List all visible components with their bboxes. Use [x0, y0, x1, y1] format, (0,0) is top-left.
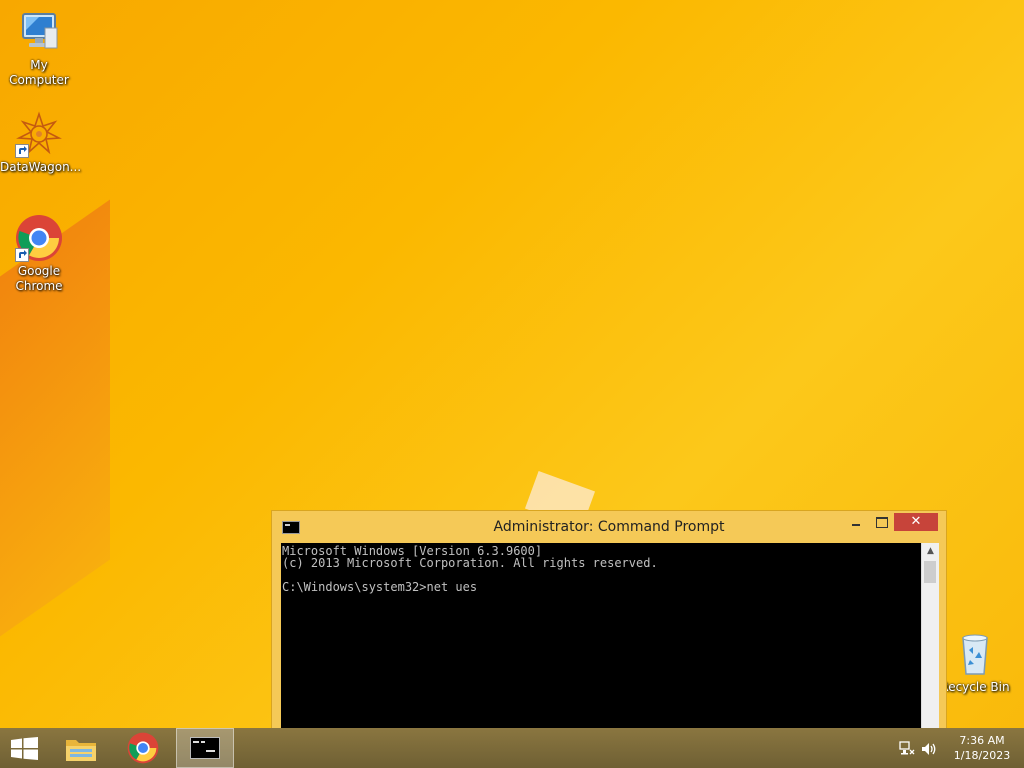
desktop-icon-recycle-bin[interactable]: Recycle Bin [936, 630, 1014, 695]
scroll-thumb[interactable] [924, 561, 936, 583]
chrome-icon [15, 214, 63, 262]
desktop: My Computer DataWagon... Google Chrome R… [0, 0, 1024, 768]
clock-date: 1/18/2023 [953, 749, 1011, 762]
desktop-icon-label: Recycle Bin [940, 680, 1010, 694]
datawagon-icon [15, 110, 63, 158]
recycle-bin-icon [951, 630, 999, 678]
system-tray [896, 728, 946, 768]
start-button[interactable] [0, 728, 48, 768]
desktop-icon-google-chrome[interactable]: Google Chrome [0, 214, 78, 294]
console-line: (c) 2013 Microsoft Corporation. All righ… [282, 556, 658, 570]
window-titlebar[interactable]: Administrator: Command Prompt ✕ [272, 511, 946, 543]
desktop-icon-label: DataWagon... [0, 160, 82, 174]
scroll-up-icon[interactable]: ▲ [922, 543, 939, 560]
folder-icon [66, 740, 96, 761]
chrome-icon [127, 732, 159, 764]
close-icon: ✕ [910, 514, 922, 529]
cmd-icon [190, 737, 220, 759]
computer-icon [15, 8, 63, 56]
desktop-icon-my-computer[interactable]: My Computer [0, 8, 78, 88]
maximize-button[interactable] [872, 513, 892, 531]
shortcut-arrow-icon [15, 144, 29, 158]
window-title: Administrator: Command Prompt [493, 519, 725, 535]
volume-icon[interactable] [921, 741, 937, 757]
network-icon[interactable] [899, 741, 915, 757]
desktop-icon-datawagon[interactable]: DataWagon... [0, 110, 82, 175]
minimize-button[interactable] [847, 513, 865, 531]
desktop-icon-label: Google Chrome [15, 264, 63, 293]
desktop-icon-label: My Computer [9, 58, 69, 87]
close-button[interactable]: ✕ [894, 513, 938, 531]
clock-time: 7:36 AM [959, 734, 1005, 747]
console-line: C:\Windows\system32>net ues [282, 580, 478, 594]
taskbar-clock[interactable]: 7:36 AM 1/18/2023 [950, 733, 1014, 763]
taskbar-command-prompt[interactable] [176, 728, 234, 768]
taskbar-chrome[interactable] [118, 728, 168, 768]
taskbar: 7:36 AM 1/18/2023 [0, 728, 1024, 768]
taskbar-file-explorer[interactable] [56, 728, 106, 768]
shortcut-arrow-icon [15, 248, 29, 262]
windows-logo-icon [11, 737, 38, 760]
